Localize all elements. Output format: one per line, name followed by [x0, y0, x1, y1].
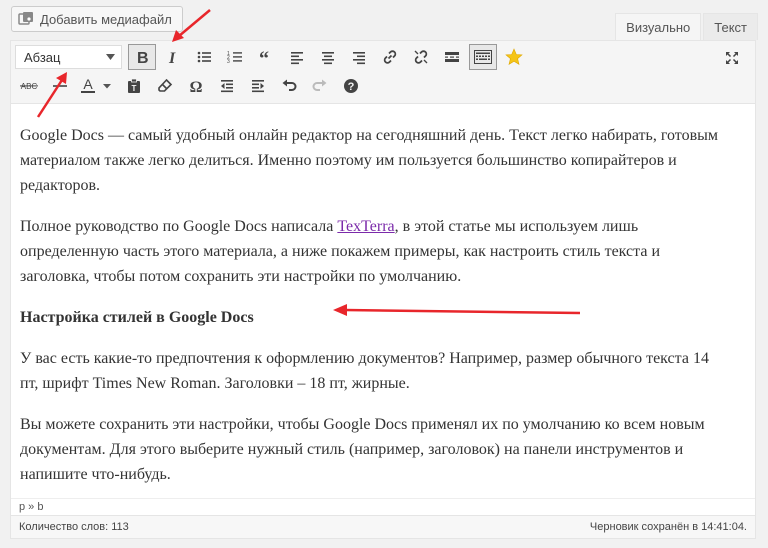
toolbar-toggle-icon	[474, 50, 492, 64]
horizontal-line-icon	[53, 85, 67, 87]
undo-icon	[282, 79, 297, 91]
align-center-button[interactable]	[314, 44, 342, 70]
paragraph-save-settings: Вы можете сохранить эти настройки, чтобы…	[20, 416, 705, 483]
svg-text:T: T	[132, 84, 137, 93]
editor-toolbar: Абзац B I 123 “ ABC A T Ω ?	[11, 41, 755, 104]
svg-text:3: 3	[227, 59, 230, 65]
outdent-icon	[221, 80, 233, 93]
strikethrough-label: ABC	[21, 82, 38, 91]
text-color-label: A	[83, 77, 93, 92]
add-media-label: Добавить медиафайл	[40, 11, 172, 27]
tab-text[interactable]: Текст	[703, 13, 758, 40]
editor-panel: Абзац B I 123 “ ABC A T Ω ? Google Docs …	[10, 40, 756, 539]
svg-text:?: ?	[348, 81, 355, 93]
indent-icon	[252, 80, 264, 93]
element-path[interactable]: p » b	[11, 498, 755, 515]
fullscreen-icon	[726, 52, 738, 64]
text-color-button[interactable]: A	[77, 73, 117, 99]
unlink-icon	[414, 50, 428, 64]
strikethrough-icon: ABC	[20, 82, 38, 91]
fullscreen-button[interactable]	[718, 45, 746, 71]
redo-icon	[312, 79, 327, 91]
undo-button[interactable]	[275, 73, 303, 99]
status-bar: Количество слов: 113 Черновик сохранён в…	[11, 515, 755, 538]
align-left-icon	[291, 52, 303, 65]
toolbar-row-2: ABC A T Ω ?	[15, 72, 368, 100]
add-media-button[interactable]: Добавить медиафайл	[11, 6, 183, 32]
numbered-list-button[interactable]: 123	[221, 44, 249, 70]
svg-text:Ω: Ω	[190, 79, 203, 94]
outdent-button[interactable]	[213, 73, 241, 99]
texterra-link[interactable]: TexTerra	[337, 218, 394, 235]
paragraph-intro: Google Docs — самый удобный онлайн редак…	[20, 127, 719, 194]
chevron-down-icon	[106, 54, 115, 60]
help-button[interactable]: ?	[337, 73, 365, 99]
editor-content[interactable]: Google Docs — самый удобный онлайн редак…	[11, 103, 755, 498]
content-heading: Настройка стилей в Google Docs	[20, 309, 254, 326]
format-select[interactable]: Абзац	[15, 45, 122, 69]
special-char-icon: Ω	[190, 79, 203, 94]
align-right-icon	[353, 52, 365, 65]
strikethrough-button[interactable]: ABC	[15, 73, 43, 99]
paragraph-preferences: У вас есть какие-то предпочтения к оформ…	[20, 350, 709, 392]
italic-button[interactable]: I	[159, 44, 187, 70]
link-icon	[383, 50, 397, 64]
draft-saved-status: Черновик сохранён в 14:41:04.	[589, 521, 747, 533]
clear-format-icon	[158, 78, 173, 92]
blockquote-button[interactable]: “	[252, 44, 280, 70]
format-select-value: Абзац	[24, 49, 61, 65]
bullet-list-button[interactable]	[190, 44, 218, 70]
special-char-button[interactable]: Ω	[182, 73, 210, 99]
align-left-button[interactable]	[283, 44, 311, 70]
svg-text:B: B	[137, 50, 149, 65]
tab-visual[interactable]: Визуально	[615, 13, 702, 41]
link-button[interactable]	[376, 44, 404, 70]
align-right-button[interactable]	[345, 44, 373, 70]
paragraph-guide: Полное руководство по Google Docs написа…	[20, 214, 725, 289]
toolbar-toggle-button[interactable]	[469, 44, 497, 70]
horizontal-line-button[interactable]	[46, 73, 74, 99]
italic-icon: I	[168, 50, 176, 65]
media-icon	[18, 12, 33, 25]
word-count: Количество слов: 113	[19, 521, 129, 533]
help-icon: ?	[344, 79, 358, 93]
read-more-icon	[445, 52, 459, 62]
bold-icon: B	[137, 50, 149, 65]
editor-tabs: Визуально Текст	[613, 13, 758, 41]
indent-button[interactable]	[244, 73, 272, 99]
blockquote-icon: “	[259, 49, 269, 65]
star-button[interactable]	[500, 44, 528, 70]
text-color-icon: A	[81, 77, 111, 93]
paragraph-guide-start: Полное руководство по Google Docs написа…	[20, 218, 338, 235]
paste-text-button[interactable]: T	[120, 73, 148, 99]
read-more-button[interactable]	[438, 44, 466, 70]
numbered-list-icon: 123	[227, 51, 242, 65]
redo-button[interactable]	[306, 73, 334, 99]
unlink-button[interactable]	[407, 44, 435, 70]
paste-text-icon: T	[128, 78, 140, 93]
svg-text:“: “	[259, 49, 269, 65]
editor-top-bar: Добавить медиафайл Визуально Текст	[0, 0, 768, 41]
bold-button[interactable]: B	[128, 44, 156, 70]
star-icon	[505, 48, 523, 65]
align-center-icon	[322, 52, 334, 65]
bullet-list-icon	[197, 51, 211, 63]
svg-text:I: I	[168, 50, 176, 65]
toolbar-row-1: Абзац B I 123 “	[15, 43, 531, 71]
clear-format-button[interactable]	[151, 73, 179, 99]
